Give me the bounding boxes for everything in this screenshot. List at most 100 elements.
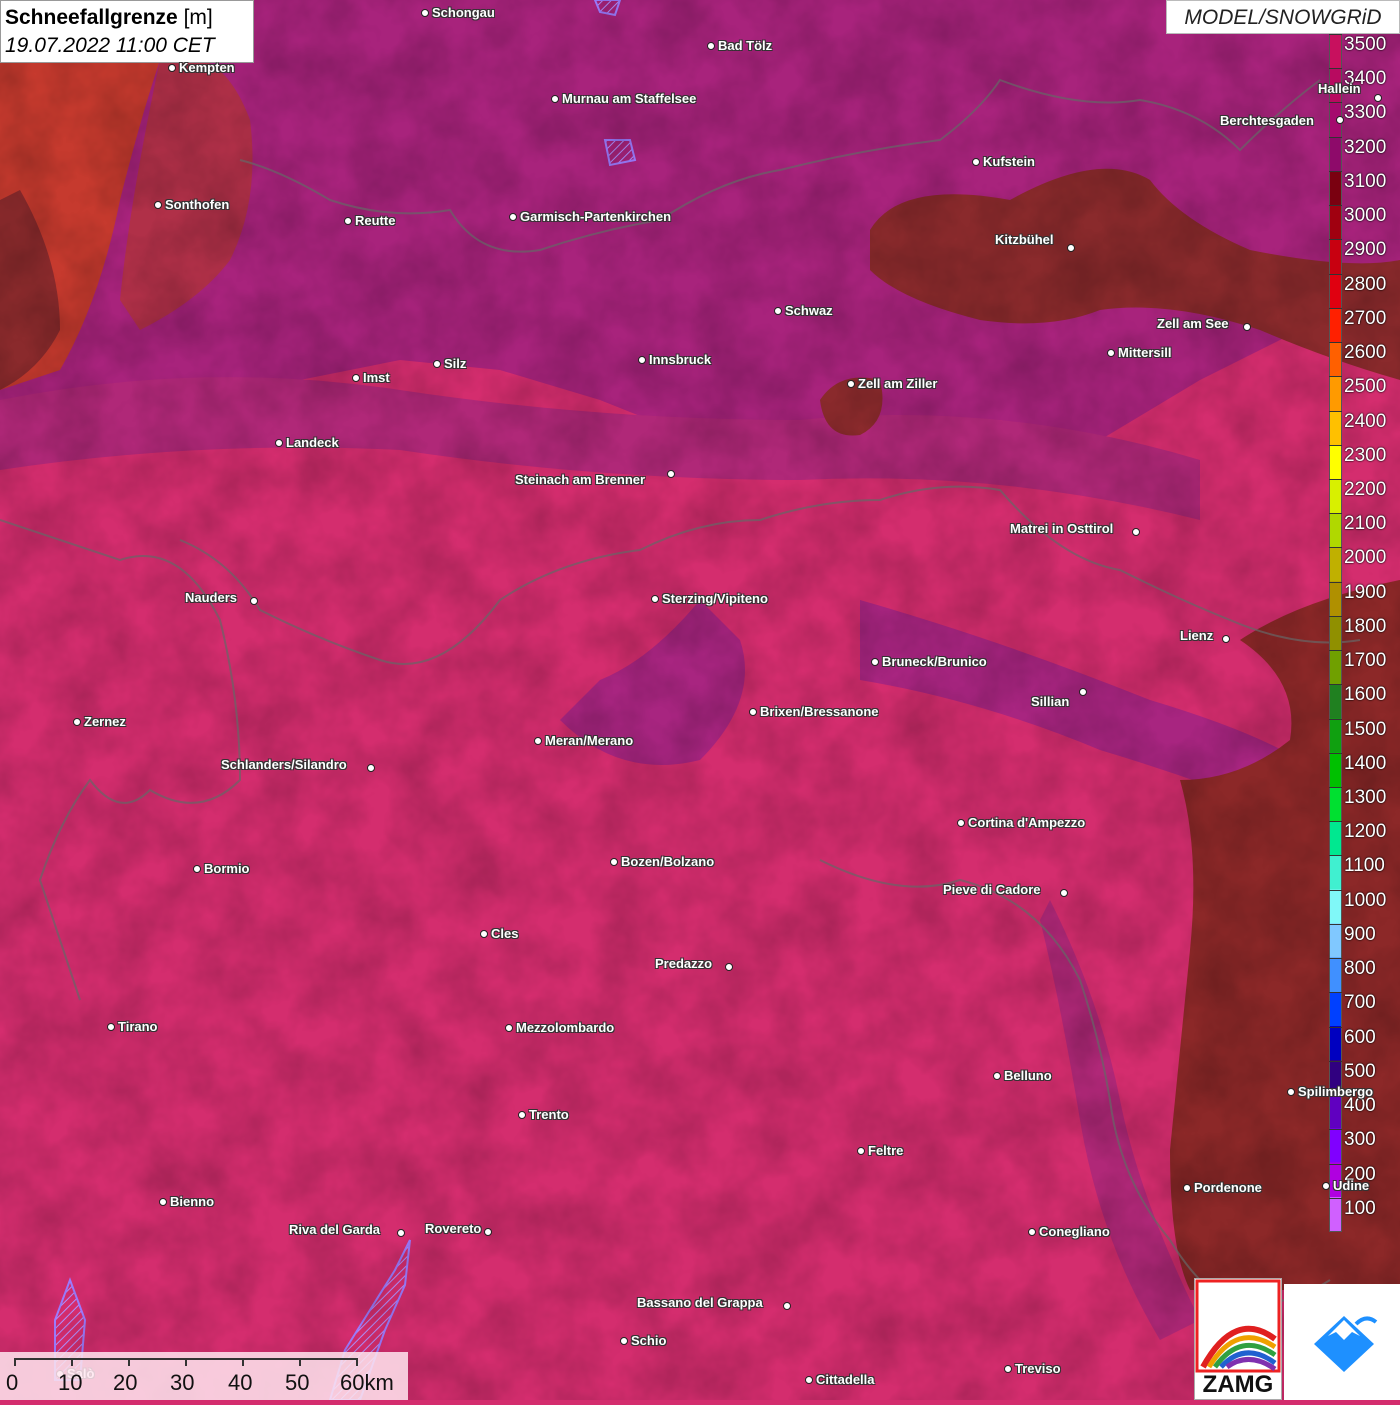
legend-tick [1329, 1129, 1342, 1131]
city-label: Udine [1333, 1178, 1370, 1193]
scale-label: 10 [58, 1370, 83, 1395]
city-label: Nauders [185, 590, 238, 605]
legend-label: 400 [1344, 1095, 1376, 1117]
city-label: Bassano del Grappa [637, 1295, 763, 1310]
city-dot [783, 1302, 791, 1310]
city-label: Predazzo [655, 956, 713, 971]
city-dot [1060, 889, 1068, 897]
legend-tick [1329, 273, 1342, 275]
city-dot [847, 380, 855, 388]
city-dot [518, 1111, 526, 1119]
city-dot [193, 865, 201, 873]
map-title-unit: [m] [183, 6, 213, 29]
scale-label: 20 [113, 1370, 138, 1395]
city-label: Riva del Garda [289, 1222, 381, 1237]
legend-tick [1329, 513, 1342, 515]
city-dot [805, 1376, 813, 1384]
legend-label: 3000 [1344, 205, 1387, 227]
legend-label: 300 [1344, 1129, 1376, 1151]
map-title: Schneefallgrenze [m] [5, 4, 249, 32]
city-label: Sonthofen [165, 197, 230, 212]
legend-tick [1329, 650, 1342, 652]
legend-label: 2300 [1344, 444, 1387, 466]
legend-tick [1329, 102, 1342, 104]
city-label: Steinach am Brenner [515, 472, 646, 487]
city-dot [1322, 1182, 1330, 1190]
city-label: Kempten [179, 60, 235, 75]
city-dot [638, 356, 646, 364]
city-label: Reutte [355, 213, 396, 228]
city-label: Imst [363, 370, 390, 385]
legend-tick [1329, 992, 1342, 994]
city-label: Zell am Ziller [858, 376, 938, 391]
scale-label: 60km [340, 1370, 394, 1395]
legend-label: 2900 [1344, 239, 1387, 261]
city-label: Trento [529, 1107, 569, 1122]
scale-label: 50 [285, 1370, 310, 1395]
city-dot [993, 1072, 1001, 1080]
scale-label: 40 [228, 1370, 253, 1395]
city-dot [1028, 1228, 1036, 1236]
city-dot [421, 9, 429, 17]
legend-tick [1329, 855, 1342, 857]
legend-tick [1329, 923, 1342, 925]
city-label: Schlanders/Silandro [221, 757, 347, 772]
title-box: Schneefallgrenze [m] 19.07.2022 11:00 CE… [0, 0, 254, 63]
legend-label: 3200 [1344, 136, 1387, 158]
city-label: Matrei in Osttirol [1010, 521, 1114, 536]
city-label: Bozen/Bolzano [621, 854, 715, 869]
city-label: Belluno [1004, 1068, 1052, 1083]
scale-tick [128, 1358, 130, 1366]
legend-tick [1329, 1026, 1342, 1028]
legend-label: 1600 [1344, 684, 1387, 706]
city-label: Cittadella [816, 1372, 875, 1387]
legend-label: 2700 [1344, 307, 1387, 329]
legend-tick [1329, 170, 1342, 172]
legend-tick [1329, 958, 1342, 960]
map-title-text: Schneefallgrenze [5, 6, 178, 29]
legend-label: 2600 [1344, 342, 1387, 364]
legend-label: 700 [1344, 992, 1376, 1014]
legend-tick [1329, 478, 1342, 480]
city-label: Hallein [1318, 81, 1361, 96]
scale-tick [299, 1358, 301, 1366]
legend-tick [1329, 34, 1342, 35]
city-dot [534, 737, 542, 745]
city-dot [275, 439, 283, 447]
city-label: Bruneck/Brunico [882, 654, 987, 669]
city-label: Bienno [170, 1194, 215, 1209]
snow-mountain-icon [1314, 1316, 1378, 1372]
city-label: Schwaz [785, 303, 833, 318]
legend-tick [1329, 787, 1342, 789]
legend-label: 1300 [1344, 787, 1387, 809]
city-dot [957, 819, 965, 827]
city-label: Feltre [868, 1143, 904, 1158]
legend-tick [1329, 239, 1342, 241]
city-dot [972, 158, 980, 166]
city-dot [1336, 116, 1344, 124]
city-dot [250, 597, 258, 605]
legend-label: 2500 [1344, 376, 1387, 398]
city-label: Zernez [84, 714, 126, 729]
city-dot [551, 95, 559, 103]
legend-tick [1329, 205, 1342, 207]
city-dot [1287, 1088, 1295, 1096]
city-label: Sillian [1031, 694, 1070, 709]
city-dot [107, 1023, 115, 1031]
city-dot [1132, 528, 1140, 536]
city-label: Kufstein [983, 154, 1035, 169]
legend-tick [1329, 718, 1342, 720]
legend-label: 3300 [1344, 102, 1387, 124]
city-dot [73, 718, 81, 726]
city-label: Bad Tölz [718, 38, 773, 53]
legend-label: 2200 [1344, 478, 1387, 500]
legend-tick [1329, 1060, 1342, 1062]
city-dot [505, 1024, 513, 1032]
legend-label: 1900 [1344, 581, 1387, 603]
city-label: Meran/Merano [545, 733, 634, 748]
legend-tick [1329, 581, 1342, 583]
city-label: Bormio [204, 861, 250, 876]
legend-tick [1329, 1197, 1342, 1199]
scale-tick [356, 1358, 358, 1366]
city-dot [620, 1337, 628, 1345]
